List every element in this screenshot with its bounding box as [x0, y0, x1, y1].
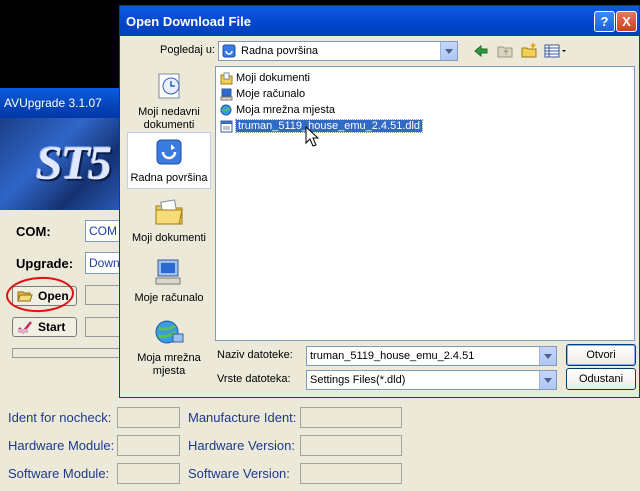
file-name: truman_5119_house_emu_2.4.51.dld — [234, 119, 424, 133]
close-icon: X — [622, 14, 631, 29]
open-file-dialog: Open Download File ? X Pogledaj u: Radna… — [119, 5, 640, 398]
com-label: COM: — [16, 224, 51, 239]
dialog-toolbar — [472, 42, 566, 60]
mouse-cursor-icon — [305, 125, 320, 151]
list-item[interactable]: Moje računalo — [220, 86, 305, 102]
place-my-computer[interactable]: Moje računalo — [127, 256, 211, 305]
avupgrade-title: AVUpgrade 3.1.07 — [0, 88, 122, 118]
places-bar: Moji nedavni dokumenti Radna površina Mo… — [127, 66, 211, 378]
software-version-label: Software Version: — [188, 466, 290, 481]
red-annotation-circle — [5, 275, 75, 314]
desktop-icon — [153, 136, 185, 168]
chevron-down-icon[interactable] — [539, 371, 556, 389]
desktop-small-icon — [222, 44, 236, 58]
filetype-label: Vrste datoteka: — [217, 373, 291, 385]
folder-documents-icon — [220, 72, 233, 85]
list-item-selected[interactable]: truman_5119_house_emu_2.4.51.dld — [220, 118, 424, 134]
upgrade-progress-bar — [12, 348, 122, 358]
hardware-module-value — [117, 435, 180, 456]
place-label: Radna površina — [130, 172, 208, 184]
hardware-version-value — [300, 435, 402, 456]
banner-logo: ST5 — [36, 137, 112, 190]
view-menu-icon[interactable] — [544, 42, 566, 60]
start-icon — [18, 321, 32, 334]
start-button[interactable]: Start — [12, 317, 77, 337]
chevron-down-icon[interactable] — [440, 42, 457, 60]
recent-documents-icon — [153, 70, 185, 102]
new-folder-icon[interactable] — [520, 42, 538, 60]
filename-input[interactable]: truman_5119_house_emu_2.4.51 — [306, 346, 557, 366]
chevron-down-icon[interactable] — [539, 347, 556, 365]
computer-icon — [220, 88, 233, 101]
filename-value: truman_5119_house_emu_2.4.51 — [310, 350, 475, 362]
file-icon — [220, 120, 233, 133]
upgrade-label: Upgrade: — [16, 256, 74, 271]
file-list[interactable]: Moji dokumenti Moje računalo Moja mrežna… — [215, 66, 635, 341]
back-arrow-icon[interactable] — [472, 42, 490, 60]
software-module-label: Software Module: — [8, 466, 110, 481]
manufacture-ident-value — [300, 407, 402, 428]
help-icon: ? — [600, 14, 609, 29]
manufacture-ident-label: Manufacture Ident: — [188, 410, 297, 425]
list-item[interactable]: Moja mrežna mjesta — [220, 102, 335, 118]
my-documents-icon — [153, 196, 185, 228]
place-recent-documents[interactable]: Moji nedavni dokumenti — [127, 70, 211, 132]
file-name: Moje računalo — [236, 88, 306, 100]
lookin-value: Radna površina — [241, 45, 319, 57]
network-places-icon — [153, 316, 185, 348]
lookin-label: Pogledaj u: — [160, 44, 216, 56]
my-computer-icon — [153, 256, 185, 288]
avupgrade-banner: ST5 — [0, 118, 122, 210]
network-icon — [220, 104, 233, 117]
ident-nocheck-value — [117, 407, 180, 428]
lookin-combo[interactable]: Radna površina — [218, 41, 458, 61]
dialog-title: Open Download File — [126, 14, 251, 29]
file-name: Moji dokumenti — [236, 72, 310, 84]
filetype-select[interactable]: Settings Files(*.dld) — [306, 370, 557, 390]
place-desktop[interactable]: Radna površina — [127, 132, 211, 189]
place-network[interactable]: Moja mrežna mjesta — [127, 316, 211, 378]
software-module-value — [117, 463, 180, 484]
filetype-value: Settings Files(*.dld) — [310, 374, 406, 386]
dialog-open-button[interactable]: Otvori — [566, 344, 636, 366]
place-label: Moji dokumenti — [132, 232, 206, 244]
place-label: Moji nedavni dokumenti — [138, 106, 200, 131]
dialog-cancel-button[interactable]: Odustani — [566, 368, 636, 390]
close-button[interactable]: X — [616, 11, 637, 32]
up-folder-icon[interactable] — [496, 42, 514, 60]
file-name: Moja mrežna mjesta — [236, 104, 336, 116]
dialog-titlebar: Open Download File — [120, 6, 639, 36]
place-my-documents[interactable]: Moji dokumenti — [127, 196, 211, 245]
software-version-value — [300, 463, 402, 484]
place-label: Moja mrežna mjesta — [137, 352, 201, 377]
ident-nocheck-label: Ident for nocheck: — [8, 410, 112, 425]
place-label: Moje računalo — [134, 292, 204, 304]
hardware-module-label: Hardware Module: — [8, 438, 115, 453]
filename-label: Naziv datoteke: — [217, 349, 293, 361]
list-item[interactable]: Moji dokumenti — [220, 70, 310, 86]
start-button-label: Start — [38, 320, 66, 334]
hardware-version-label: Hardware Version: — [188, 438, 295, 453]
help-button[interactable]: ? — [594, 11, 615, 32]
